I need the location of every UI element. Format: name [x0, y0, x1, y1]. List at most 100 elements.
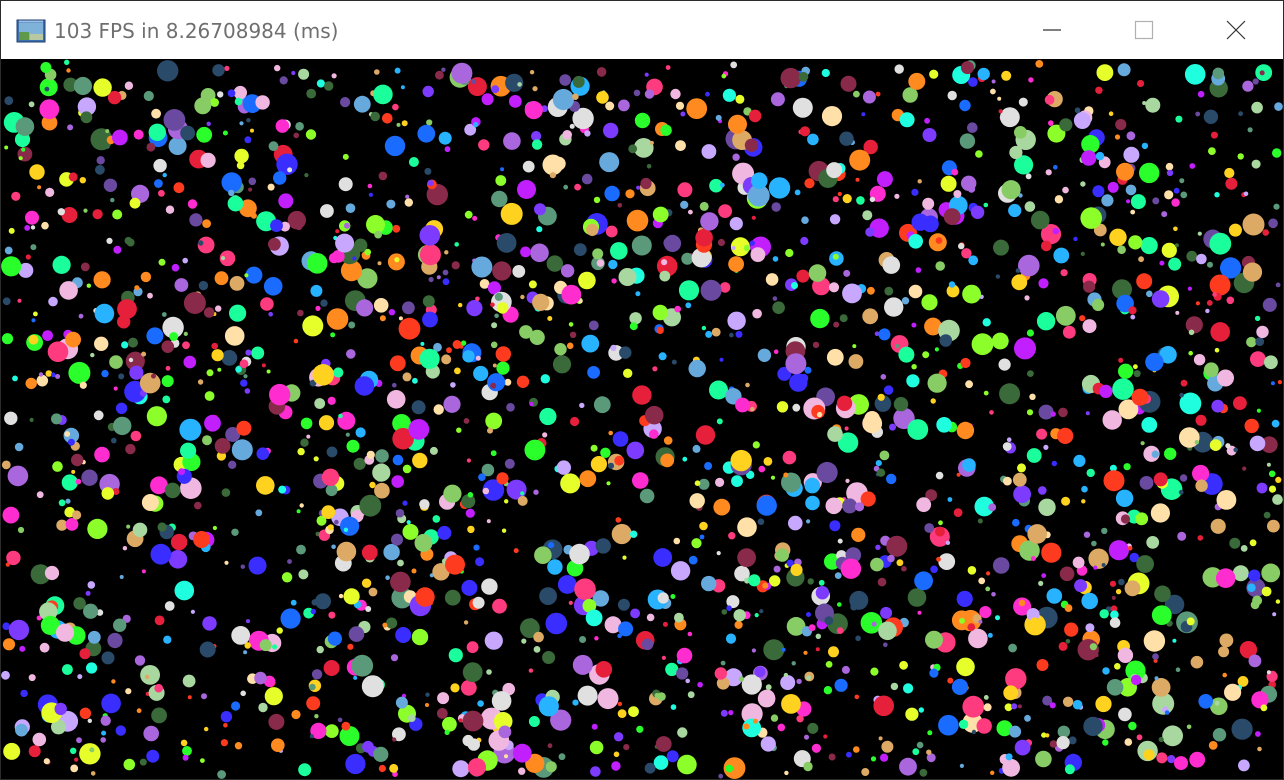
- title-bar[interactable]: 103 FPS in 8.26708984 (ms): [1, 1, 1283, 59]
- particle: [901, 565, 907, 572]
- particle: [151, 373, 156, 379]
- particle: [1109, 580, 1117, 587]
- particle: [539, 587, 557, 605]
- particle: [101, 651, 115, 665]
- particle: [529, 70, 535, 75]
- particle: [652, 366, 658, 372]
- particle: [1195, 301, 1200, 306]
- particle: [1109, 228, 1127, 246]
- particle: [87, 518, 108, 539]
- particle: [291, 709, 301, 720]
- particle: [466, 300, 483, 317]
- particle: [198, 280, 209, 291]
- particle: [1268, 470, 1276, 478]
- particle: [304, 173, 309, 178]
- particle: [254, 671, 267, 685]
- particle: [540, 374, 550, 384]
- particle: [373, 298, 389, 313]
- particle: [596, 259, 605, 267]
- particle: [328, 611, 336, 619]
- particle: [419, 348, 440, 369]
- particle: [812, 341, 820, 349]
- particle: [1237, 153, 1244, 160]
- close-button[interactable]: [1190, 1, 1282, 59]
- particle: [129, 197, 141, 209]
- particle: [770, 475, 776, 480]
- particle: [1095, 695, 1112, 713]
- particle: [51, 413, 62, 425]
- particle: [610, 344, 617, 351]
- particle: [306, 253, 328, 274]
- particle: [953, 508, 963, 517]
- maximize-button[interactable]: [1098, 1, 1190, 59]
- particle: [1256, 325, 1269, 339]
- particle: [1118, 363, 1134, 379]
- particle: [935, 261, 945, 271]
- particle: [773, 349, 779, 355]
- particle: [735, 94, 745, 104]
- particle: [589, 740, 604, 755]
- render-canvas[interactable]: [1, 59, 1283, 779]
- particle: [428, 276, 434, 283]
- particle: [532, 86, 538, 92]
- particle: [345, 203, 356, 213]
- particle: [552, 355, 572, 374]
- particle: [4, 411, 18, 425]
- particle: [968, 628, 988, 649]
- particle: [538, 696, 559, 717]
- particle: [836, 395, 853, 411]
- particle: [1027, 524, 1047, 544]
- particle: [41, 221, 49, 230]
- particle: [622, 555, 627, 560]
- particle: [919, 768, 928, 777]
- particle: [1175, 310, 1180, 315]
- particle: [278, 193, 294, 209]
- particle: [298, 68, 310, 80]
- particle: [1238, 111, 1243, 117]
- particle: [1168, 257, 1182, 271]
- particle: [1024, 714, 1031, 722]
- particle: [255, 476, 275, 495]
- particle: [367, 183, 373, 189]
- particle: [174, 278, 189, 292]
- particle: [93, 410, 104, 421]
- particle: [521, 638, 527, 644]
- particle: [90, 352, 95, 358]
- particle: [699, 521, 708, 531]
- particle: [1029, 393, 1036, 400]
- particle: [1026, 448, 1042, 463]
- particle: [1152, 197, 1160, 205]
- particle: [180, 442, 197, 459]
- particle: [826, 162, 843, 179]
- particle: [1135, 512, 1149, 526]
- particle: [65, 518, 79, 531]
- particle: [524, 101, 543, 120]
- particle: [231, 439, 253, 461]
- particle: [590, 444, 598, 452]
- particle: [467, 77, 487, 97]
- particle: [1109, 617, 1121, 628]
- particle: [335, 229, 340, 234]
- particle: [1127, 546, 1133, 551]
- particle: [29, 417, 34, 422]
- particle: [930, 398, 936, 404]
- particle: [1041, 542, 1062, 563]
- particle: [1000, 107, 1020, 128]
- particle: [202, 219, 212, 229]
- particle: [998, 358, 1011, 371]
- particle: [821, 106, 843, 127]
- particle: [2, 638, 16, 651]
- particle: [244, 642, 251, 649]
- particle: [578, 271, 596, 290]
- particle: [183, 292, 206, 314]
- particle: [276, 627, 283, 634]
- particle: [1012, 518, 1020, 527]
- particle: [390, 571, 411, 593]
- particle: [1192, 464, 1210, 483]
- particle: [491, 85, 500, 94]
- particle: [590, 766, 601, 777]
- particle: [81, 469, 98, 486]
- minimize-button[interactable]: [1006, 1, 1098, 59]
- particle: [73, 597, 86, 610]
- particle: [528, 668, 534, 673]
